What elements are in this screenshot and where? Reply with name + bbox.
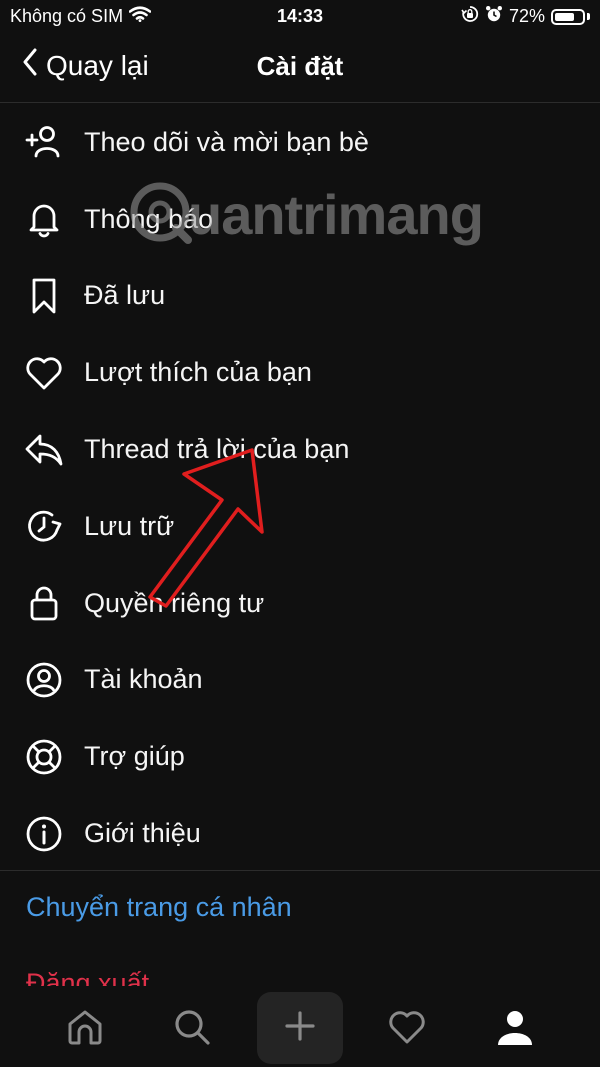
menu-item-help[interactable]: Trợ giúp	[0, 718, 600, 795]
settings-menu: Theo dõi và mời bạn bè Thông báo Đã lưu …	[0, 104, 600, 872]
menu-item-saved[interactable]: Đã lưu	[0, 258, 600, 335]
menu-item-about[interactable]: Giới thiệu	[0, 795, 600, 872]
lock-icon	[24, 583, 64, 623]
status-right: 72%	[461, 5, 590, 28]
menu-item-notifications[interactable]: Thông báo	[0, 181, 600, 258]
status-bar: Không có SIM 14:33 72%	[0, 0, 600, 34]
orientation-lock-icon	[461, 5, 479, 28]
switch-profile-link[interactable]: Chuyển trang cá nhân	[26, 892, 292, 923]
menu-item-label: Tài khoản	[84, 664, 203, 695]
reply-icon	[24, 430, 64, 470]
tab-home[interactable]	[50, 994, 120, 1064]
activity-heart-icon	[387, 1007, 427, 1052]
menu-item-your-replies[interactable]: Thread trả lời của bạn	[0, 411, 600, 488]
menu-item-label: Thread trả lời của bạn	[84, 434, 350, 465]
logout-link[interactable]: Đăng xuất	[26, 968, 149, 986]
menu-item-label: Giới thiệu	[84, 818, 201, 849]
bookmark-icon	[24, 276, 64, 316]
menu-item-label: Theo dõi và mời bạn bè	[84, 126, 369, 157]
nav-bar: Quay lại Cài đặt	[0, 34, 600, 102]
tab-create[interactable]	[257, 992, 343, 1064]
battery-cap	[587, 13, 590, 20]
battery-icon	[551, 8, 585, 25]
menu-item-label: Trợ giúp	[84, 741, 185, 772]
menu-item-your-likes[interactable]: Lượt thích của bạn	[0, 334, 600, 411]
search-icon	[172, 1007, 212, 1052]
header-divider	[0, 102, 600, 103]
add-person-icon	[24, 122, 64, 162]
profile-icon	[495, 1007, 535, 1052]
alarm-icon	[485, 5, 503, 28]
page-title: Cài đặt	[256, 51, 344, 81]
account-icon	[24, 660, 64, 700]
archive-clock-icon	[24, 506, 64, 546]
home-icon	[65, 1007, 105, 1052]
tab-bar	[0, 986, 600, 1067]
battery-percent: 72%	[508, 6, 545, 26]
heart-icon	[24, 353, 64, 393]
tab-activity[interactable]	[372, 994, 442, 1064]
bell-icon	[24, 199, 64, 239]
tab-search[interactable]	[157, 994, 227, 1064]
menu-item-label: Lượt thích của bạn	[84, 357, 312, 388]
info-icon	[24, 814, 64, 854]
battery-fill	[555, 12, 574, 21]
menu-item-privacy[interactable]: Quyền riêng tư	[0, 565, 600, 642]
menu-item-archive[interactable]: Lưu trữ	[0, 488, 600, 565]
menu-item-label: Quyền riêng tư	[84, 587, 265, 618]
lifebuoy-icon	[24, 737, 64, 777]
menu-divider	[0, 870, 600, 871]
menu-item-account[interactable]: Tài khoản	[0, 642, 600, 719]
menu-item-label: Đã lưu	[84, 280, 166, 311]
create-icon	[284, 1010, 316, 1047]
menu-item-label: Lưu trữ	[84, 510, 175, 541]
menu-item-follow-invite[interactable]: Theo dõi và mời bạn bè	[0, 104, 600, 181]
tab-profile[interactable]	[480, 994, 550, 1064]
menu-item-label: Thông báo	[84, 203, 214, 234]
